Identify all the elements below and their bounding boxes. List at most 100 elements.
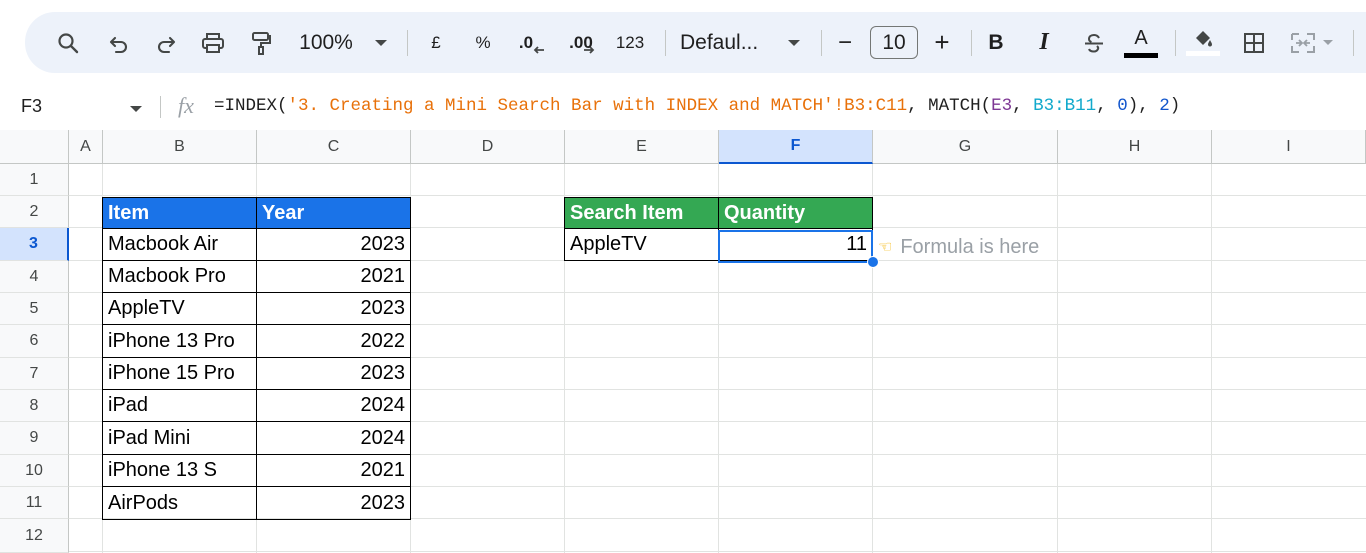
row-header-1[interactable]: 1 bbox=[0, 164, 69, 196]
header-search-item[interactable]: Search Item bbox=[564, 197, 719, 229]
font-dropdown-icon[interactable] bbox=[783, 12, 805, 73]
paint-format-icon[interactable] bbox=[245, 12, 277, 73]
increase-font-size-button[interactable]: + bbox=[930, 12, 954, 73]
formula-number: 0 bbox=[1117, 96, 1128, 116]
year-cell[interactable]: 2024 bbox=[256, 389, 411, 422]
formula-bar-divider bbox=[160, 96, 161, 118]
column-header-d[interactable]: D bbox=[411, 130, 565, 164]
year-cell[interactable]: 2021 bbox=[256, 454, 411, 487]
item-cell[interactable]: AirPods bbox=[102, 486, 257, 520]
formula-note: ☜ Formula is here bbox=[878, 232, 1039, 262]
formula-bar: F3 fx =INDEX('3. Creating a Mini Search … bbox=[0, 86, 1366, 130]
column-header-g[interactable]: G bbox=[873, 130, 1058, 164]
name-box-dropdown-icon[interactable] bbox=[129, 101, 143, 119]
spreadsheet-grid[interactable]: A B C D E F G H I 1 2 3 4 5 6 7 8 9 10 1… bbox=[0, 130, 1366, 553]
search-item-cell[interactable]: AppleTV bbox=[564, 228, 719, 261]
column-header-i[interactable]: I bbox=[1212, 130, 1366, 164]
undo-icon[interactable] bbox=[104, 12, 134, 73]
formula-note-text: Formula is here bbox=[900, 235, 1040, 258]
search-icon[interactable] bbox=[53, 12, 83, 73]
header-year[interactable]: Year bbox=[256, 197, 411, 229]
year-cell[interactable]: 2023 bbox=[256, 357, 411, 390]
item-cell[interactable]: iPhone 15 Pro bbox=[102, 357, 257, 390]
text-color-label: A bbox=[1134, 26, 1148, 49]
gridline bbox=[1057, 164, 1058, 553]
row-header-9[interactable]: 9 bbox=[0, 422, 69, 455]
toolbar-divider bbox=[665, 30, 666, 56]
year-cell[interactable]: 2022 bbox=[256, 324, 411, 358]
name-box[interactable]: F3 bbox=[21, 86, 42, 126]
gridline bbox=[69, 195, 1366, 196]
column-header-f[interactable]: F bbox=[719, 130, 873, 164]
column-header-h[interactable]: H bbox=[1058, 130, 1212, 164]
text-color-swatch bbox=[1124, 52, 1158, 58]
borders-icon[interactable] bbox=[1239, 12, 1269, 73]
decrease-decimal-icon[interactable]: .0 bbox=[515, 12, 549, 73]
fill-color-icon[interactable] bbox=[1185, 12, 1221, 73]
currency-format-button[interactable]: £ bbox=[425, 12, 447, 73]
column-header-a[interactable]: A bbox=[69, 130, 103, 164]
column-header-e[interactable]: E bbox=[565, 130, 719, 164]
year-cell[interactable]: 2023 bbox=[256, 486, 411, 520]
item-cell[interactable]: iPad Mini bbox=[102, 421, 257, 455]
row-header-12[interactable]: 12 bbox=[0, 519, 69, 553]
year-cell[interactable]: 2024 bbox=[256, 421, 411, 455]
row-header-5[interactable]: 5 bbox=[0, 293, 69, 325]
formula-number: 2 bbox=[1159, 96, 1170, 116]
redo-icon[interactable] bbox=[151, 12, 181, 73]
toolbar-divider bbox=[971, 30, 972, 56]
year-cell[interactable]: 2023 bbox=[256, 292, 411, 325]
active-cell-selection bbox=[718, 230, 873, 263]
select-all-corner[interactable] bbox=[0, 130, 69, 164]
column-header-b[interactable]: B bbox=[103, 130, 257, 164]
formula-part: , MATCH( bbox=[907, 96, 992, 116]
zoom-value[interactable]: 100% bbox=[295, 12, 357, 73]
row-header-3[interactable]: 3 bbox=[0, 228, 69, 261]
formula-part: ) bbox=[1169, 96, 1181, 116]
formula-part: =INDEX( bbox=[214, 96, 288, 116]
gridline bbox=[69, 551, 1366, 552]
toolbar-divider bbox=[1353, 30, 1354, 56]
zoom-dropdown-icon[interactable] bbox=[370, 12, 392, 73]
row-header-7[interactable]: 7 bbox=[0, 358, 69, 390]
font-size-input[interactable]: 10 bbox=[870, 26, 918, 59]
row-header-8[interactable]: 8 bbox=[0, 390, 69, 422]
strikethrough-icon[interactable] bbox=[1079, 12, 1109, 73]
item-cell[interactable]: iPad bbox=[102, 389, 257, 422]
item-cell[interactable]: AppleTV bbox=[102, 292, 257, 325]
number-format-button[interactable]: 123 bbox=[613, 12, 647, 73]
percent-format-button[interactable]: % bbox=[471, 12, 495, 73]
formula-range-string: '3. Creating a Mini Search Bar with INDE… bbox=[287, 96, 908, 116]
header-quantity[interactable]: Quantity bbox=[718, 197, 873, 229]
bold-icon[interactable]: B bbox=[983, 12, 1009, 73]
row-header-4[interactable]: 4 bbox=[0, 261, 69, 293]
year-cell[interactable]: 2021 bbox=[256, 260, 411, 293]
column-header-c[interactable]: C bbox=[257, 130, 411, 164]
toolbar: 100% £ % .0 .00 123 Defaul... − 10 + B I… bbox=[25, 12, 1366, 73]
fill-color-swatch bbox=[1186, 51, 1220, 56]
gridline bbox=[1211, 164, 1212, 553]
font-family-select[interactable]: Defaul... bbox=[680, 12, 770, 73]
year-cell[interactable]: 2023 bbox=[256, 228, 411, 261]
decrease-font-size-button[interactable]: − bbox=[833, 12, 857, 73]
item-cell[interactable]: Macbook Pro bbox=[102, 260, 257, 293]
pointing-hand-icon: ☜ bbox=[878, 239, 893, 256]
formula-part: ), bbox=[1127, 96, 1160, 116]
header-item[interactable]: Item bbox=[102, 197, 257, 229]
row-header-6[interactable]: 6 bbox=[0, 325, 69, 358]
formula-ref-range: B3:B11 bbox=[1033, 96, 1097, 116]
item-cell[interactable]: iPhone 13 Pro bbox=[102, 324, 257, 358]
toolbar-divider bbox=[407, 30, 408, 56]
text-color-icon[interactable]: A bbox=[1123, 12, 1159, 73]
formula-input[interactable]: =INDEX('3. Creating a Mini Search Bar wi… bbox=[214, 96, 1180, 116]
row-header-11[interactable]: 11 bbox=[0, 487, 69, 519]
increase-decimal-icon[interactable]: .00 bbox=[563, 12, 601, 73]
print-icon[interactable] bbox=[197, 12, 229, 73]
row-header-2[interactable]: 2 bbox=[0, 196, 69, 228]
item-cell[interactable]: Macbook Air bbox=[102, 228, 257, 261]
item-cell[interactable]: iPhone 13 S bbox=[102, 454, 257, 487]
italic-icon[interactable]: I bbox=[1031, 12, 1057, 73]
merge-cells-icon[interactable] bbox=[1287, 12, 1337, 73]
row-header-10[interactable]: 10 bbox=[0, 455, 69, 487]
formula-part: , bbox=[1096, 96, 1118, 116]
